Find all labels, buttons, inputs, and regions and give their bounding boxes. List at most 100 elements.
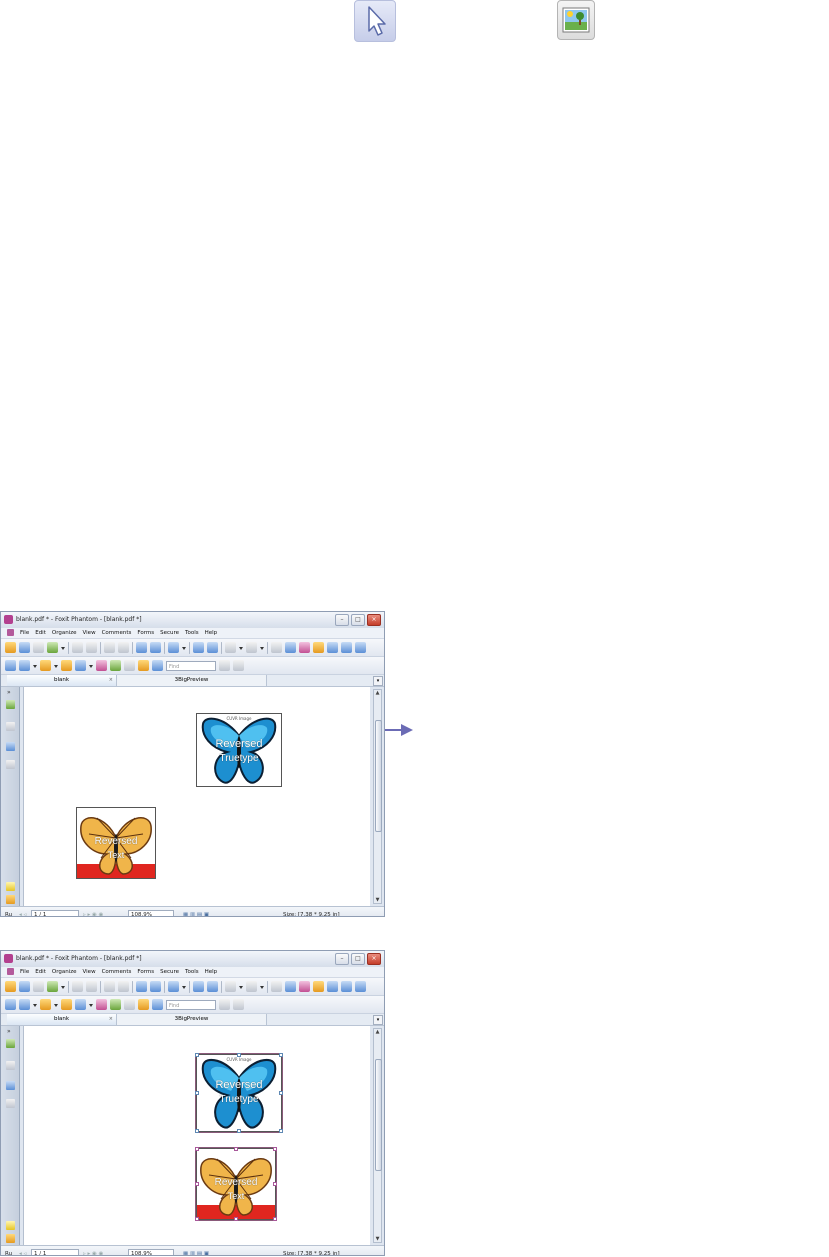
main-tool-icon-3[interactable] <box>47 981 58 992</box>
comments-panel-icon[interactable] <box>6 882 15 891</box>
pdf-page[interactable]: CUVR Image Reversed Truetype Reversed Te… <box>23 1026 370 1245</box>
menu-comments[interactable]: Comments <box>102 628 132 638</box>
menu-comments[interactable]: Comments <box>102 967 132 977</box>
main-tool-icon-23[interactable] <box>246 642 257 653</box>
dropdown-arrow-icon[interactable] <box>182 981 186 992</box>
tab-blank[interactable]: blank × <box>7 675 117 686</box>
main-tool-icon-0[interactable] <box>5 642 16 653</box>
main-tool-icon-2[interactable] <box>33 642 44 653</box>
main-tool-icon-28[interactable] <box>299 642 310 653</box>
expand-pane-icon[interactable]: » <box>7 689 11 696</box>
menu-forms[interactable]: Forms <box>137 967 154 977</box>
tab-3bigpreview[interactable]: 3BigPreview <box>117 675 267 686</box>
butterfly-image-text[interactable]: Reversed Text <box>195 1147 277 1221</box>
resize-handle[interactable] <box>279 1053 283 1057</box>
main-tool-icon-15[interactable] <box>168 981 179 992</box>
select-cursor-icon[interactable] <box>354 0 396 42</box>
security-panel-icon[interactable] <box>6 1234 15 1243</box>
annotate-tool-icon-11[interactable] <box>138 999 149 1010</box>
annotate-tool-icon-1[interactable] <box>19 999 30 1010</box>
image-tool-icon[interactable] <box>557 0 595 40</box>
main-tool-icon-12[interactable] <box>136 981 147 992</box>
main-tool-icon-30[interactable] <box>327 981 338 992</box>
dropdown-arrow-icon[interactable] <box>61 642 65 653</box>
dropdown-arrow-icon[interactable] <box>33 999 37 1010</box>
page-layout-icons[interactable]: ▦ ▥ ▤ ▣ <box>183 1246 209 1255</box>
dropdown-arrow-icon[interactable] <box>260 981 264 992</box>
main-tool-icon-27[interactable] <box>285 642 296 653</box>
attachments-panel-icon[interactable] <box>6 1099 15 1108</box>
annotate-tool-icon-15[interactable] <box>233 660 244 671</box>
foxit-app-icon[interactable] <box>4 615 13 624</box>
resize-handle[interactable] <box>273 1182 277 1186</box>
menu-tools[interactable]: Tools <box>185 628 199 638</box>
main-tool-icon-21[interactable] <box>225 981 236 992</box>
resize-handle[interactable] <box>195 1129 199 1133</box>
annotate-tool-icon-6[interactable] <box>75 999 86 1010</box>
scrollbar-thumb[interactable] <box>375 1059 382 1171</box>
main-tool-icon-23[interactable] <box>246 981 257 992</box>
layers-panel-icon[interactable] <box>6 722 15 731</box>
vertical-scrollbar[interactable]: ▲ ▼ <box>373 689 382 904</box>
resize-handle[interactable] <box>273 1147 277 1151</box>
main-tool-icon-15[interactable] <box>168 642 179 653</box>
bookmarks-panel-icon[interactable] <box>6 742 15 751</box>
main-tool-icon-3[interactable] <box>47 642 58 653</box>
main-tool-icon-28[interactable] <box>299 981 310 992</box>
maximize-button[interactable]: □ <box>351 953 365 965</box>
main-tool-icon-10[interactable] <box>118 642 129 653</box>
pages-panel-icon[interactable] <box>6 1039 15 1048</box>
next-page-icon[interactable]: ▹ ▸ ◉ ◉ <box>83 907 103 916</box>
resize-handle[interactable] <box>195 1147 199 1151</box>
annotate-tool-icon-12[interactable] <box>152 660 163 671</box>
butterfly-image-text[interactable]: Reversed Text <box>76 807 156 879</box>
annotate-tool-icon-15[interactable] <box>233 999 244 1010</box>
tab-list-dropdown[interactable]: ▾ <box>373 1015 383 1025</box>
main-tool-icon-29[interactable] <box>313 642 324 653</box>
tab-3bigpreview[interactable]: 3BigPreview <box>117 1014 267 1025</box>
main-tool-icon-31[interactable] <box>341 981 352 992</box>
pages-panel-icon[interactable] <box>6 700 15 709</box>
dropdown-arrow-icon[interactable] <box>239 981 243 992</box>
next-page-icon[interactable]: ▹ ▸ ◉ ◉ <box>83 1246 103 1255</box>
find-input[interactable]: Find <box>166 660 216 671</box>
main-tool-icon-2[interactable] <box>33 981 44 992</box>
resize-handle[interactable] <box>195 1053 199 1057</box>
main-tool-icon-7[interactable] <box>86 642 97 653</box>
find-input[interactable]: Find <box>166 999 216 1010</box>
menu-edit[interactable]: Edit <box>35 628 46 638</box>
annotate-tool-icon-10[interactable] <box>124 660 135 671</box>
main-tool-icon-18[interactable] <box>193 981 204 992</box>
main-tool-icon-1[interactable] <box>19 642 30 653</box>
bookmarks-panel-icon[interactable] <box>6 1081 15 1090</box>
first-page-icon[interactable]: ◂ ◃ <box>19 907 26 916</box>
page-number-field[interactable]: 1 / 1 <box>31 1249 79 1255</box>
main-tool-icon-18[interactable] <box>193 642 204 653</box>
resize-handle[interactable] <box>279 1091 283 1095</box>
first-page-icon[interactable]: ◂ ◃ <box>19 1246 26 1255</box>
page-layout-icons[interactable]: ▦ ▥ ▤ ▣ <box>183 907 209 916</box>
minimize-button[interactable]: – <box>335 614 349 626</box>
menu-tools[interactable]: Tools <box>185 967 199 977</box>
main-tool-icon-30[interactable] <box>327 642 338 653</box>
annotate-tool-icon-14[interactable] <box>219 660 230 671</box>
security-panel-icon[interactable] <box>6 895 15 904</box>
main-tool-icon-13[interactable] <box>150 981 161 992</box>
dropdown-arrow-icon[interactable] <box>61 981 65 992</box>
annotate-tool-icon-10[interactable] <box>124 999 135 1010</box>
main-tool-icon-6[interactable] <box>72 981 83 992</box>
dropdown-arrow-icon[interactable] <box>54 660 58 671</box>
zoom-field[interactable]: 108.9% <box>128 910 174 916</box>
main-tool-icon-32[interactable] <box>355 981 366 992</box>
dropdown-arrow-icon[interactable] <box>182 642 186 653</box>
annotate-tool-icon-14[interactable] <box>219 999 230 1010</box>
scroll-up-icon[interactable]: ▲ <box>374 690 381 696</box>
annotate-tool-icon-5[interactable] <box>61 999 72 1010</box>
main-tool-icon-32[interactable] <box>355 642 366 653</box>
annotate-tool-icon-3[interactable] <box>40 999 51 1010</box>
annotate-tool-icon-9[interactable] <box>110 660 121 671</box>
menu-file[interactable]: File <box>20 967 29 977</box>
page-number-field[interactable]: 1 / 1 <box>31 910 79 916</box>
annotate-tool-icon-0[interactable] <box>5 999 16 1010</box>
comments-panel-icon[interactable] <box>6 1221 15 1230</box>
